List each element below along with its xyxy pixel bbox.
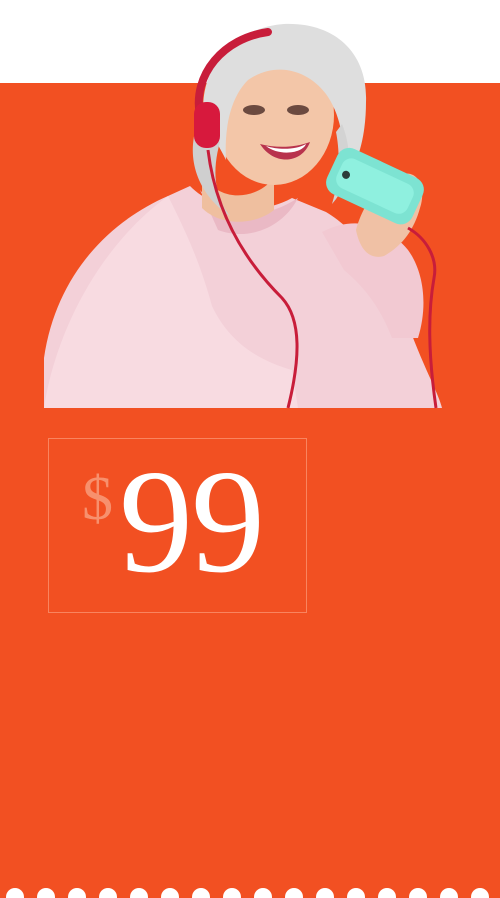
hero-photo-woman-with-headphones <box>44 23 442 409</box>
currency-symbol: $ <box>82 465 113 533</box>
scalloped-bottom-edge <box>0 885 500 898</box>
price-amount: 99 <box>119 440 265 604</box>
promo-card: $ 99 <box>0 0 500 898</box>
